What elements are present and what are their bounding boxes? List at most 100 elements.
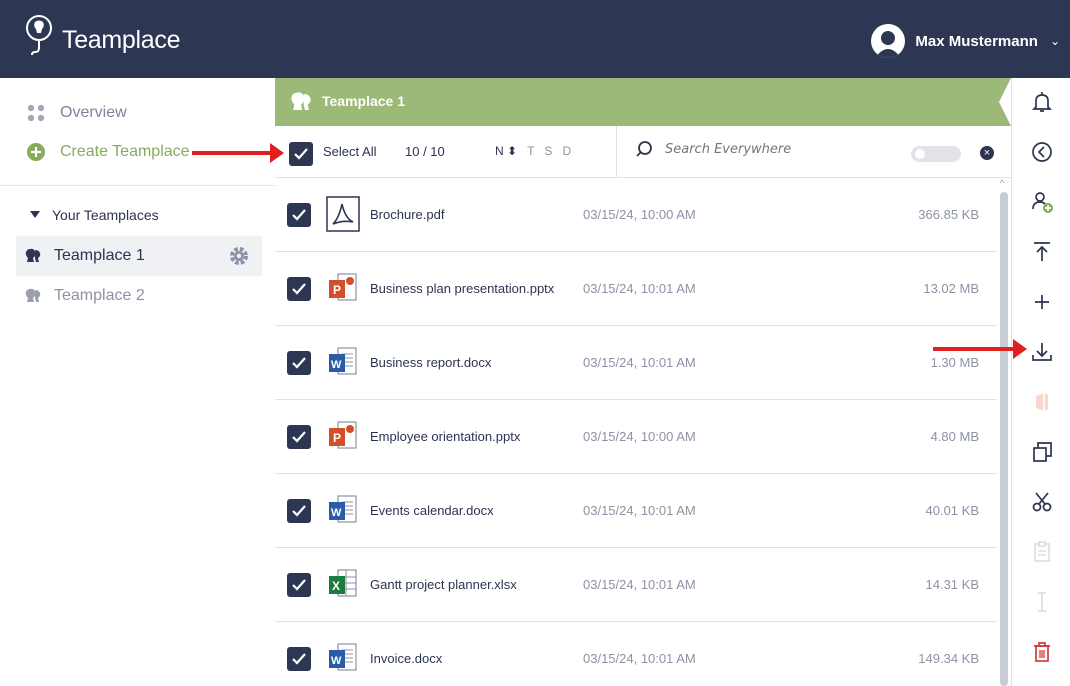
word-file-icon: W — [329, 643, 357, 671]
svg-text:W: W — [331, 359, 342, 371]
row-checkbox[interactable] — [287, 277, 311, 301]
select-all-label[interactable]: Select All — [323, 144, 376, 159]
open-in-office-button — [1012, 378, 1070, 426]
row-checkbox[interactable] — [287, 499, 311, 523]
svg-text:P: P — [333, 431, 341, 445]
row-checkbox[interactable] — [287, 203, 311, 227]
row-checkbox[interactable] — [287, 647, 311, 671]
file-list: Brochure.pdf 03/15/24, 10:00 AM 366.85 K… — [275, 178, 997, 686]
user-menu[interactable]: Max Mustermann ⌄ — [871, 24, 1060, 58]
team-icon — [25, 288, 41, 302]
notifications-button[interactable] — [1012, 78, 1070, 126]
pdf-file-icon — [326, 196, 360, 232]
sort-by-type[interactable]: T — [527, 144, 534, 158]
file-row[interactable]: W Events calendar.docx 03/15/24, 10:01 A… — [275, 474, 997, 548]
file-toolbar: Select All 10 / 10 N ⬍ T S D × — [275, 126, 1011, 178]
sidebar-item-label: Overview — [60, 104, 127, 121]
collapse-panel-button[interactable] — [1012, 128, 1070, 176]
sidebar: Overview Create Teamplace Your Teamplace… — [0, 78, 275, 686]
word-file-icon: W — [329, 347, 357, 375]
top-bar: Teamplace Max Mustermann ⌄ — [0, 0, 1070, 78]
plus-icon — [1034, 295, 1049, 309]
scrollbar[interactable]: ^ — [997, 178, 1011, 686]
download-icon — [1031, 343, 1052, 361]
row-checkbox[interactable] — [287, 573, 311, 597]
section-label: Your Teamplaces — [52, 207, 159, 223]
row-checkbox[interactable] — [287, 425, 311, 449]
add-member-button[interactable] — [1012, 178, 1070, 226]
annotation-arrow — [933, 339, 1027, 359]
upload-icon — [1033, 242, 1050, 261]
gear-icon[interactable] — [228, 245, 250, 267]
file-size: 366.85 KB — [918, 207, 979, 222]
copy-icon — [1032, 442, 1052, 462]
overview-icon — [27, 104, 45, 122]
file-size: 13.02 MB — [923, 281, 979, 296]
plus-circle-icon — [27, 143, 45, 161]
sidebar-item-label: Teamplace 2 — [54, 287, 145, 304]
caret-down-icon — [30, 211, 40, 218]
file-row[interactable]: P Business plan presentation.pptx 03/15/… — [275, 252, 997, 326]
user-name: Max Mustermann — [915, 32, 1038, 50]
toolbar-divider — [616, 126, 617, 178]
file-row[interactable]: P Employee orientation.pptx 03/15/24, 10… — [275, 400, 997, 474]
sidebar-item-label: Create Teamplace — [60, 143, 190, 160]
delete-icon — [1033, 642, 1050, 662]
team-icon — [291, 92, 311, 110]
scroll-up-icon[interactable]: ^ — [1000, 178, 1004, 188]
scroll-thumb[interactable] — [1000, 192, 1008, 686]
file-size: 14.31 KB — [925, 577, 980, 592]
your-teamplaces-toggle[interactable]: Your Teamplaces — [30, 207, 159, 223]
sort-by-size[interactable]: S — [544, 144, 552, 158]
add-member-icon — [1031, 192, 1053, 213]
clear-search-icon[interactable]: × — [980, 146, 994, 160]
sort-arrows-icon: ⬍ — [507, 144, 518, 158]
file-date: 03/15/24, 10:00 AM — [583, 207, 696, 222]
app-brand[interactable]: Teamplace — [62, 26, 181, 55]
sidebar-item-teamplace-1[interactable]: Teamplace 1 — [16, 236, 262, 276]
action-rail — [1011, 78, 1070, 686]
search-icon — [636, 141, 652, 157]
paste-button — [1012, 528, 1070, 576]
add-button[interactable] — [1012, 278, 1070, 326]
search-scope-toggle[interactable] — [911, 146, 961, 162]
delete-button[interactable] — [1012, 628, 1070, 676]
upload-button[interactable] — [1012, 228, 1070, 276]
rename-button — [1012, 578, 1070, 626]
file-name: Events calendar.docx — [370, 503, 494, 518]
avatar — [871, 24, 906, 58]
team-icon — [25, 248, 41, 262]
svg-text:P: P — [333, 283, 341, 297]
file-date: 03/15/24, 10:01 AM — [583, 577, 696, 592]
file-name: Business report.docx — [370, 355, 492, 370]
file-row[interactable]: W Business report.docx 03/15/24, 10:01 A… — [275, 326, 997, 400]
annotation-arrow — [192, 143, 284, 163]
copy-button[interactable] — [1012, 428, 1070, 476]
paste-icon — [1033, 541, 1050, 562]
sort-by-date[interactable]: D — [562, 144, 571, 158]
row-checkbox[interactable] — [287, 351, 311, 375]
cut-icon — [1032, 492, 1051, 512]
file-date: 03/15/24, 10:01 AM — [583, 651, 696, 666]
file-date: 03/15/24, 10:01 AM — [583, 281, 696, 296]
svg-text:X: X — [332, 579, 340, 593]
search-input[interactable] — [665, 141, 885, 157]
bell-icon — [1031, 92, 1052, 112]
sidebar-item-overview[interactable]: Overview — [26, 103, 127, 123]
search-box — [635, 140, 885, 158]
select-all-checkbox[interactable] — [289, 142, 313, 166]
teamplace-header: Teamplace 1 — [275, 78, 1011, 126]
sort-by-name[interactable]: N ⬍ — [495, 144, 517, 158]
file-row[interactable]: X Gantt project planner.xlsx 03/15/24, 1… — [275, 548, 997, 622]
sidebar-item-create-teamplace[interactable]: Create Teamplace — [26, 142, 190, 162]
svg-text:W: W — [331, 655, 342, 667]
file-date: 03/15/24, 10:00 AM — [583, 429, 696, 444]
file-date: 03/15/24, 10:01 AM — [583, 503, 696, 518]
file-size: 40.01 KB — [925, 503, 980, 518]
file-row[interactable]: W Invoice.docx 03/15/24, 10:01 AM 149.34… — [275, 622, 997, 686]
sidebar-item-teamplace-2[interactable]: Teamplace 2 — [16, 276, 262, 316]
word-file-icon: W — [329, 495, 357, 523]
cut-button[interactable] — [1012, 478, 1070, 526]
svg-text:W: W — [331, 507, 342, 519]
file-row[interactable]: Brochure.pdf 03/15/24, 10:00 AM 366.85 K… — [275, 178, 997, 252]
